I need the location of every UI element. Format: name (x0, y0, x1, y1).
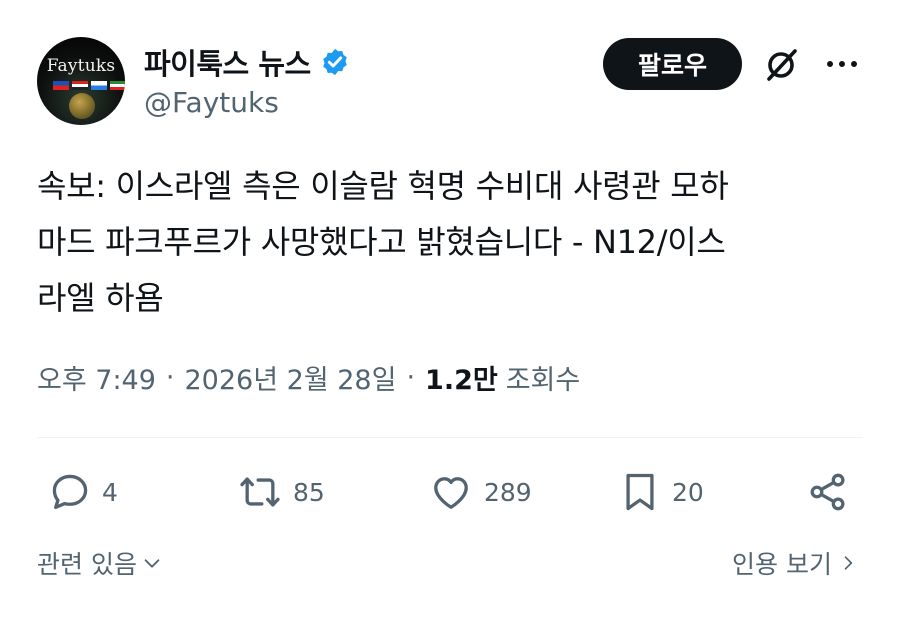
retweet-icon (240, 477, 280, 507)
heart-icon (434, 477, 468, 509)
view-quotes-link[interactable]: 인용 보기 (732, 545, 858, 581)
related-toggle[interactable]: 관련 있음 (37, 545, 163, 581)
author-handle[interactable]: @Faytuks (144, 86, 279, 119)
display-name[interactable]: 파이툭스 뉴스 (144, 41, 311, 83)
tweet-text-line: 마드 파크푸르가 사망했다고 밝혔습니다 - N12/이스 (37, 223, 726, 261)
divider (37, 437, 863, 438)
share-button[interactable] (806, 470, 850, 514)
tweet-text-line: 속보: 이스라엘 측은 이슬람 혁명 수비대 사령관 모하 (37, 167, 729, 205)
like-button[interactable]: 289 (428, 470, 532, 514)
bookmark-count: 20 (672, 477, 704, 507)
chevron-down-icon (144, 559, 160, 568)
chevron-right-icon (844, 556, 853, 570)
like-count: 289 (484, 477, 532, 507)
avatar-logo-text: Faytuks (46, 56, 116, 76)
tweet-meta: 오후 7:49 · 2026년 2월 28일 · 1.2만 조회수 (37, 358, 580, 397)
meta-separator: · (406, 362, 416, 393)
views-count: 1.2만 (425, 365, 498, 396)
reply-button[interactable]: 4 (48, 470, 118, 514)
bookmark-icon (626, 473, 654, 511)
reply-count: 4 (102, 477, 118, 507)
grok-icon[interactable] (762, 46, 800, 84)
tweet-text: 속보: 이스라엘 측은 이슬람 혁명 수비대 사령관 모하 마드 파크푸르가 사… (37, 158, 867, 326)
retweet-button[interactable]: 85 (237, 470, 325, 514)
author-name-row: 파이툭스 뉴스 (144, 41, 350, 83)
quotes-label: 인용 보기 (732, 550, 832, 579)
related-label: 관련 있음 (37, 550, 137, 579)
tweet-date[interactable]: 2026년 2월 28일 (185, 358, 397, 397)
views-label: 조회수 (505, 365, 581, 396)
follow-button[interactable]: 팔로우 (603, 38, 742, 90)
bookmark-button[interactable]: 20 (618, 470, 704, 514)
share-icon (810, 473, 845, 511)
tweet-text-line: 라엘 하욤 (37, 279, 164, 317)
meta-separator: · (165, 362, 175, 393)
avatar-flags (53, 81, 125, 90)
verified-badge-icon (322, 48, 347, 76)
more-options-icon[interactable] (822, 48, 862, 80)
reply-icon (52, 474, 88, 510)
retweet-count: 85 (293, 477, 325, 507)
author-avatar[interactable]: Faytuks (37, 37, 125, 125)
avatar-globe (69, 93, 95, 119)
tweet-time[interactable]: 오후 7:49 (37, 358, 156, 397)
